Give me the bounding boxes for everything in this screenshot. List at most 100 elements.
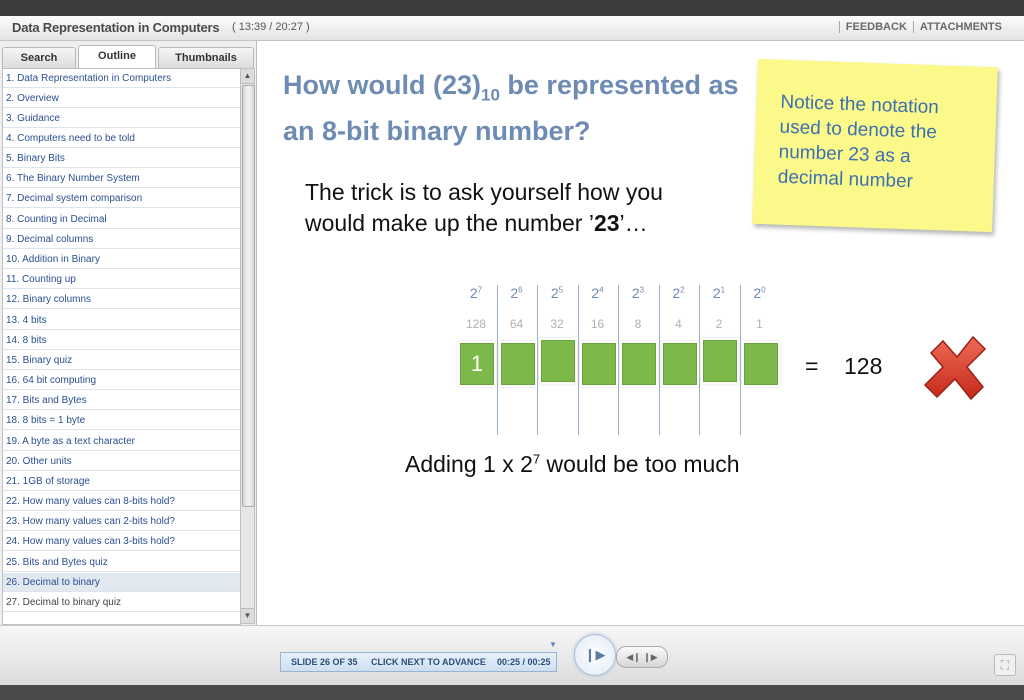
column-divider xyxy=(658,285,660,435)
trick-text: The trick is to ask yourself how you wou… xyxy=(305,177,725,239)
power-label: 26 xyxy=(498,285,536,301)
slide-canvas: How would (23)10 be represented as an 8-… xyxy=(257,41,1024,625)
column-divider xyxy=(496,285,498,435)
outline-item[interactable]: 14. 8 bits xyxy=(3,331,240,350)
power-base: 2 xyxy=(672,285,681,301)
outline-item[interactable]: 22. How many values can 8-bits hold? xyxy=(3,492,240,511)
power-base: 2 xyxy=(469,285,478,301)
bit-box[interactable]: 1 xyxy=(460,343,494,385)
outline-item[interactable]: 25. Bits and Bytes quiz xyxy=(3,553,240,572)
outline-item[interactable]: 24. How many values can 3-bits hold? xyxy=(3,532,240,551)
advance-instruction: CLICK NEXT TO ADVANCE xyxy=(371,657,486,667)
power-exponent: 1 xyxy=(720,285,726,295)
power-label: 21 xyxy=(700,285,738,301)
outline-item[interactable]: 23. How many values can 2-bits hold? xyxy=(3,512,240,531)
outline-item[interactable]: 11. Counting up xyxy=(3,270,240,289)
power-label: 27 xyxy=(457,285,495,301)
outline-item[interactable]: 17. Bits and Bytes xyxy=(3,391,240,410)
column-value: 2 xyxy=(715,317,723,331)
status-bar: SLIDE 26 OF 35 CLICK NEXT TO ADVANCE 00:… xyxy=(280,652,557,672)
outline-item[interactable]: 20. Other units xyxy=(3,452,240,471)
prev-icon[interactable]: ◀❙ xyxy=(626,652,640,662)
feedback-link[interactable]: FEEDBACK xyxy=(838,21,913,33)
outline-item[interactable]: 21. 1GB of storage xyxy=(3,472,240,491)
power-label: 20 xyxy=(741,285,779,301)
column-divider xyxy=(537,285,538,435)
column-divider xyxy=(739,285,741,435)
outline-item[interactable]: 2. Overview xyxy=(3,89,240,108)
outline-item[interactable]: 13. 4 bits xyxy=(3,311,240,330)
bit-box[interactable] xyxy=(662,343,697,385)
sticky-note-text: Notice the notation used to denote the n… xyxy=(777,91,940,193)
prev-next-control[interactable]: ◀❙ ❙▶ xyxy=(616,646,668,668)
outline-item[interactable]: 18. 8 bits = 1 byte xyxy=(3,411,240,430)
outline-item[interactable]: 8. Counting in Decimal xyxy=(3,210,240,229)
tab-search[interactable]: Search xyxy=(2,47,76,68)
bit-box[interactable] xyxy=(541,340,575,382)
bit-box[interactable] xyxy=(622,343,656,385)
progress-marker-icon[interactable]: ▼ xyxy=(549,640,557,649)
power-exponent: 5 xyxy=(558,285,564,295)
bottom-edge xyxy=(0,685,1024,700)
outline-item[interactable]: 7. Decimal system comparison xyxy=(3,189,240,208)
outline-item-selected[interactable]: 26. Decimal to binary xyxy=(3,573,240,592)
outline-item[interactable]: 9. Decimal columns xyxy=(3,230,240,249)
column-value: 32 xyxy=(550,317,564,331)
outline-item[interactable]: 12. Binary columns xyxy=(3,290,240,309)
column-value: 16 xyxy=(590,317,605,331)
fullscreen-icon[interactable]: ⛶ xyxy=(994,654,1016,676)
equation-result: 128 xyxy=(844,353,883,379)
scroll-thumb[interactable] xyxy=(242,85,255,507)
outline-item[interactable]: 16. 64 bit computing xyxy=(3,371,240,390)
outline-item[interactable]: 15. Binary quiz xyxy=(3,351,240,370)
power-base: 2 xyxy=(753,285,762,301)
power-exponent: 3 xyxy=(639,285,645,295)
power-base: 2 xyxy=(631,285,640,301)
slide-counter: SLIDE 26 OF 35 xyxy=(291,657,358,667)
adding-text: Adding 1 x 27 would be too much xyxy=(405,451,740,478)
top-edge xyxy=(0,0,1024,16)
sidebar: Search Outline Thumbnails 1. Data Repres… xyxy=(0,41,257,625)
bit-box[interactable] xyxy=(743,343,778,385)
trick-text-part: ’… xyxy=(619,210,648,236)
cross-icon xyxy=(923,335,987,401)
adding-text-part: would be too much xyxy=(540,451,740,477)
column-value: 4 xyxy=(675,317,682,331)
player-controls: ▼ SLIDE 26 OF 35 CLICK NEXT TO ADVANCE 0… xyxy=(0,625,1024,686)
equals-sign: = xyxy=(805,353,819,379)
elapsed-time: ( 13:39 / 20:27 ) xyxy=(232,21,310,33)
outline-scrollbar[interactable]: ▲ ▼ xyxy=(240,68,255,624)
slide-title-subscript: 10 xyxy=(481,85,500,105)
outline-item[interactable]: 6. The Binary Number System xyxy=(3,169,240,188)
playback-time: 00:25 / 00:25 xyxy=(497,657,551,667)
next-icon[interactable]: ❙▶ xyxy=(643,652,657,662)
bit-box[interactable] xyxy=(703,340,737,382)
attachments-link[interactable]: ATTACHMENTS xyxy=(912,21,1008,33)
power-exponent: 2 xyxy=(680,285,685,295)
outline-item[interactable]: 27. Decimal to binary quiz xyxy=(3,593,240,612)
power-base: 2 xyxy=(510,285,519,301)
tab-outline[interactable]: Outline xyxy=(78,45,156,68)
outline-item[interactable]: 3. Guidance xyxy=(3,109,240,128)
outline-list: 1. Data Representation in Computers 2. O… xyxy=(2,68,241,625)
power-exponent: 4 xyxy=(599,285,604,295)
play-button[interactable]: ❙▶ xyxy=(574,634,616,676)
power-base: 2 xyxy=(712,285,721,301)
scroll-up-arrow-icon[interactable]: ▲ xyxy=(241,69,254,84)
bit-box[interactable] xyxy=(581,343,616,385)
bit-box[interactable] xyxy=(500,343,535,385)
outline-item[interactable]: 1. Data Representation in Computers xyxy=(3,69,240,88)
outline-item[interactable]: 4. Computers need to be told xyxy=(3,129,240,148)
power-label: 25 xyxy=(538,285,576,301)
course-title: Data Representation in Computers xyxy=(12,20,220,35)
trick-number: 23 xyxy=(593,210,620,236)
outline-item[interactable]: 10. Addition in Binary xyxy=(3,250,240,269)
outline-item[interactable]: 19. A byte as a text character xyxy=(3,432,240,451)
column-divider xyxy=(699,285,700,435)
power-exponent: 6 xyxy=(518,285,523,295)
sidebar-tabs: Search Outline Thumbnails xyxy=(2,45,254,68)
scroll-down-arrow-icon[interactable]: ▼ xyxy=(241,608,254,623)
outline-item[interactable]: 5. Binary Bits xyxy=(3,149,240,168)
tab-thumbnails[interactable]: Thumbnails xyxy=(158,47,254,68)
power-base: 2 xyxy=(550,285,559,301)
